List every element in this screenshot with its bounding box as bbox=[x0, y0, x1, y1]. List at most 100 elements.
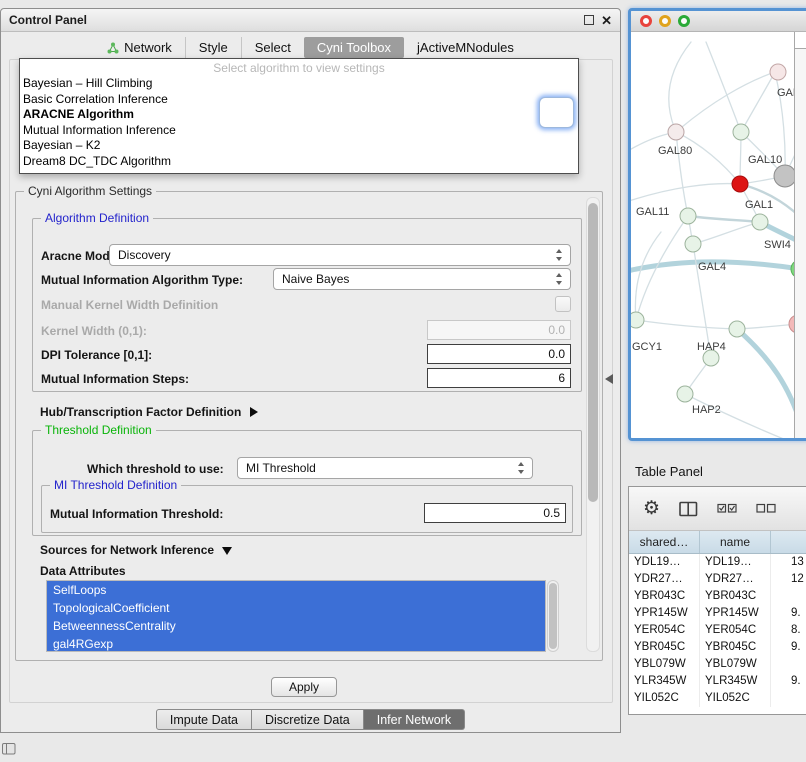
algorithm-option[interactable]: Bayesian – K2 bbox=[20, 138, 578, 154]
network-node[interactable] bbox=[685, 236, 701, 252]
attribute-list-item[interactable]: gal4RGexp bbox=[47, 635, 545, 652]
manual-kernel-checkbox[interactable] bbox=[555, 296, 571, 312]
window-title: Control Panel bbox=[9, 13, 87, 27]
network-window-titlebar[interactable] bbox=[631, 11, 806, 32]
scrollbar-thumb[interactable] bbox=[549, 583, 557, 649]
network-node-label: GAL4 bbox=[698, 261, 726, 273]
which-threshold-combo[interactable]: MI Threshold bbox=[237, 457, 533, 479]
minimize-traffic-light-icon[interactable] bbox=[659, 15, 671, 27]
dpi-tolerance-field[interactable] bbox=[427, 344, 571, 364]
network-view-window: GALGAL80GAL10GAL11GAL1SWI4GAL4GCY1HAP4HA… bbox=[628, 8, 806, 441]
table-row[interactable]: YDR27…YDR27…12 bbox=[629, 571, 806, 588]
attribute-list-item[interactable]: SelfLoops bbox=[47, 581, 545, 599]
table-cell: 9. bbox=[771, 605, 806, 622]
tab-network[interactable]: Network bbox=[94, 37, 185, 58]
settings-scrollbar[interactable] bbox=[586, 197, 600, 652]
column-header-partial[interactable] bbox=[771, 531, 806, 553]
focused-combobox-fragment[interactable] bbox=[539, 97, 574, 128]
column-header-name[interactable]: name bbox=[700, 531, 771, 553]
mi-steps-field[interactable] bbox=[427, 368, 571, 388]
cyni-algorithm-settings-group: Cyni Algorithm Settings Algorithm Defini… bbox=[15, 191, 603, 661]
tab-label: jActiveMNodules bbox=[417, 40, 514, 55]
network-node[interactable] bbox=[752, 214, 768, 230]
aracne-mode-combo[interactable]: Discovery bbox=[109, 244, 571, 266]
table-row[interactable]: YIL052CYIL052C bbox=[629, 690, 806, 707]
table-body: YDL19…YDL19…13YDR27…YDR27…12YBR043CYBR04… bbox=[629, 554, 806, 707]
table-row[interactable]: YER054CYER054C8. bbox=[629, 622, 806, 639]
close-traffic-light-icon[interactable] bbox=[640, 15, 652, 27]
window-controls: ✕ bbox=[584, 14, 612, 27]
attribute-list-item[interactable]: BetweennessCentrality bbox=[47, 617, 545, 635]
network-node-label: HAP4 bbox=[697, 341, 726, 353]
control-panel-titlebar[interactable]: Control Panel ✕ bbox=[1, 9, 620, 32]
column-header-shared-name[interactable]: shared… bbox=[629, 531, 700, 553]
table-row[interactable]: YLR345WYLR345W9. bbox=[629, 673, 806, 690]
network-canvas[interactable]: GALGAL80GAL10GAL11GAL1SWI4GAL4GCY1HAP4HA… bbox=[631, 32, 806, 438]
table-cell: YDR27… bbox=[700, 571, 771, 588]
combo-value: Naive Bayes bbox=[282, 272, 349, 286]
unchecked-boxes-icon[interactable] bbox=[756, 503, 776, 514]
network-node[interactable] bbox=[774, 165, 796, 187]
algorithm-dropdown-popup: Select algorithm to view settings Bayesi… bbox=[19, 58, 579, 174]
network-scrollbar[interactable] bbox=[794, 32, 806, 438]
attributes-scrollbar[interactable] bbox=[547, 580, 559, 652]
network-node[interactable] bbox=[680, 208, 696, 224]
algorithm-option[interactable]: Dream8 DC_TDC Algorithm bbox=[20, 154, 578, 170]
network-node[interactable] bbox=[668, 124, 684, 140]
manual-kernel-label: Manual Kernel Width Definition bbox=[41, 298, 218, 312]
network-node[interactable] bbox=[732, 176, 748, 192]
table-cell: 8. bbox=[771, 622, 806, 639]
scrollbar-thumb[interactable] bbox=[588, 203, 598, 502]
threshold-definition-group: Threshold Definition Which threshold to … bbox=[32, 430, 582, 536]
kernel-width-field[interactable] bbox=[427, 320, 571, 340]
algorithm-option[interactable]: Mutual Information Inference bbox=[20, 123, 578, 139]
table-row[interactable]: YBR043CYBR043C bbox=[629, 588, 806, 605]
close-icon[interactable]: ✕ bbox=[601, 14, 612, 27]
hub-definition-expander[interactable]: Hub/Transcription Factor Definition bbox=[40, 404, 258, 420]
columns-icon[interactable] bbox=[679, 501, 698, 517]
mi-threshold-field[interactable] bbox=[424, 503, 566, 523]
panel-dock-icon[interactable] bbox=[2, 742, 16, 754]
subgroup-title: MI Threshold Definition bbox=[50, 478, 181, 492]
float-window-icon[interactable] bbox=[584, 15, 594, 25]
tab-jactivemnodules[interactable]: jActiveMNodules bbox=[404, 37, 527, 58]
network-node[interactable] bbox=[677, 386, 693, 402]
table-cell: YBR043C bbox=[700, 588, 771, 605]
tab-cyni-toolbox[interactable]: Cyni Toolbox bbox=[304, 37, 404, 58]
zoom-traffic-light-icon[interactable] bbox=[678, 15, 690, 27]
sources-expander[interactable]: Sources for Network Inference bbox=[40, 542, 232, 558]
algorithm-option[interactable]: Bayesian – Hill Climbing bbox=[20, 76, 578, 92]
network-node[interactable] bbox=[770, 64, 786, 80]
tab-discretize-data[interactable]: Discretize Data bbox=[252, 709, 364, 730]
table-cell: YIL052C bbox=[629, 690, 700, 707]
network-node[interactable] bbox=[733, 124, 749, 140]
data-attributes-list[interactable]: SelfLoopsTopologicalCoefficientBetweenne… bbox=[46, 580, 546, 652]
collapse-arrow-icon[interactable] bbox=[605, 374, 613, 384]
checked-boxes-icon[interactable] bbox=[717, 503, 737, 514]
tab-select[interactable]: Select bbox=[241, 37, 304, 58]
algorithm-option[interactable]: Basic Correlation Inference bbox=[20, 92, 578, 108]
table-row[interactable]: YBR045CYBR045C9. bbox=[629, 639, 806, 656]
table-row[interactable]: YDL19…YDL19…13 bbox=[629, 554, 806, 571]
table-row[interactable]: YPR145WYPR145W9. bbox=[629, 605, 806, 622]
network-node-label: HAP2 bbox=[692, 404, 721, 416]
dropdown-placeholder-option[interactable]: Select algorithm to view settings bbox=[20, 61, 578, 76]
network-node[interactable] bbox=[729, 321, 745, 337]
scrollbar-button[interactable] bbox=[795, 32, 806, 49]
tab-style[interactable]: Style bbox=[185, 37, 241, 58]
tab-label: Network bbox=[124, 40, 172, 55]
algorithm-option[interactable]: ARACNE Algorithm bbox=[20, 107, 578, 123]
network-node[interactable] bbox=[631, 312, 644, 328]
table-cell: 13 bbox=[771, 554, 806, 571]
tab-infer-network[interactable]: Infer Network bbox=[364, 709, 465, 730]
group-title: Cyni Algorithm Settings bbox=[24, 184, 156, 198]
apply-button[interactable]: Apply bbox=[271, 677, 337, 697]
gear-icon[interactable]: ⚙ bbox=[643, 499, 660, 518]
tab-impute-data[interactable]: Impute Data bbox=[156, 709, 252, 730]
table-cell: 9. bbox=[771, 673, 806, 690]
table-row[interactable]: YBL079WYBL079W bbox=[629, 656, 806, 673]
mi-algorithm-type-combo[interactable]: Naive Bayes bbox=[273, 268, 571, 290]
attribute-list-item[interactable]: TopologicalCoefficient bbox=[47, 599, 545, 617]
network-node-labels: GALGAL80GAL10GAL11GAL1SWI4GAL4GCY1HAP4HA… bbox=[632, 87, 802, 416]
table-cell: YIL052C bbox=[700, 690, 771, 707]
